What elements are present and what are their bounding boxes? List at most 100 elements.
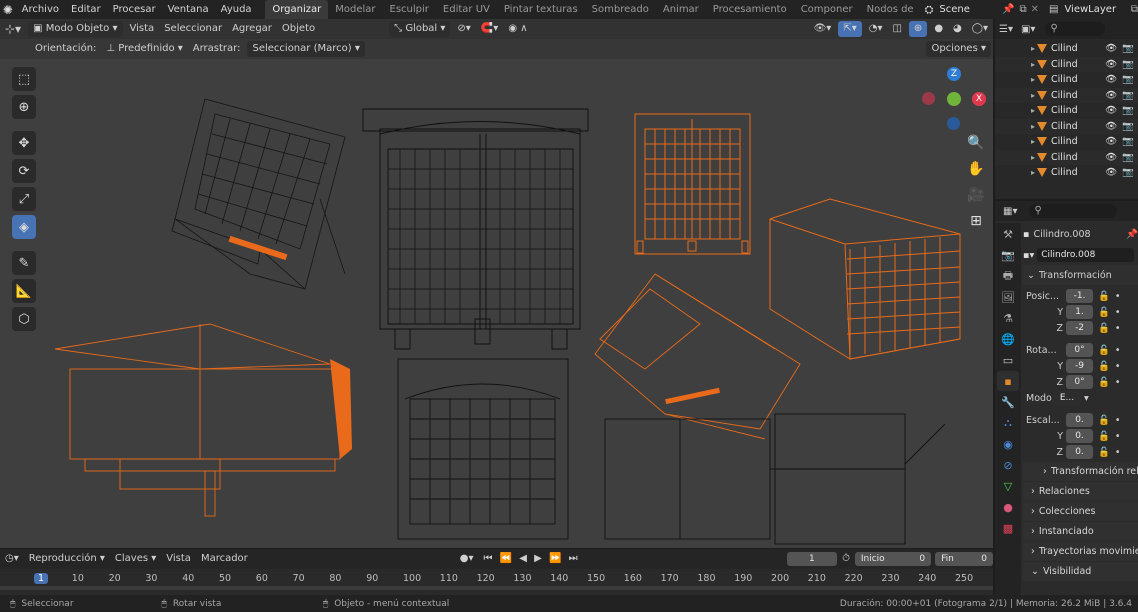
- expand-arrow-icon[interactable]: ▸: [1031, 60, 1035, 69]
- outliner-row[interactable]: ▸ Cilind 👁 📷: [995, 103, 1138, 119]
- outliner-search-icon[interactable]: ⚲: [1045, 22, 1106, 36]
- lock-icon[interactable]: 🔓: [1098, 307, 1110, 318]
- transform-orientation-select[interactable]: ⤡ Global ▾: [389, 21, 451, 37]
- snap-icon[interactable]: 🧲▾: [476, 21, 503, 37]
- add-view-layer-icon[interactable]: ⧉: [1131, 4, 1138, 15]
- eye-icon[interactable]: 👁: [1105, 136, 1117, 147]
- modifier-tab-icon[interactable]: 🔧: [997, 392, 1019, 412]
- visibility-icon[interactable]: 👁▾: [809, 21, 837, 37]
- panel-header[interactable]: › Instanciado: [1023, 522, 1138, 541]
- material-tab-icon[interactable]: ●: [997, 497, 1019, 517]
- location-field[interactable]: -2: [1066, 321, 1093, 335]
- measure-tool-icon[interactable]: 📐: [12, 279, 36, 303]
- pin-properties-icon[interactable]: 📌: [1126, 229, 1138, 240]
- eye-icon[interactable]: 👁: [1105, 167, 1117, 178]
- tab-organizar[interactable]: Organizar: [265, 0, 329, 19]
- expand-arrow-icon[interactable]: ▸: [1031, 44, 1035, 53]
- panel-header[interactable]: › Relaciones: [1023, 482, 1138, 501]
- outliner-row[interactable]: ▸ Cilind 👁 📷: [995, 41, 1138, 57]
- tab-esculpir[interactable]: Esculpir: [383, 0, 436, 19]
- rotation-field[interactable]: -9: [1066, 359, 1093, 373]
- model-cage-selected-front[interactable]: [634, 113, 751, 255]
- gizmo-z-axis[interactable]: Z: [947, 67, 961, 81]
- keyframe-dot-icon[interactable]: •: [1115, 307, 1121, 318]
- panel-header[interactable]: › Transformación rel: [1023, 462, 1138, 481]
- expand-arrow-icon[interactable]: ▸: [1031, 122, 1035, 131]
- keyframe-dot-icon[interactable]: •: [1115, 345, 1121, 356]
- scale-tool-icon[interactable]: ⤢: [12, 187, 36, 211]
- object-tab-icon[interactable]: ▪: [997, 371, 1019, 391]
- timeline-scrollbar[interactable]: [0, 586, 993, 590]
- timeline-editor-icon[interactable]: ◷▾: [0, 551, 24, 567]
- proportional-icon[interactable]: ◉ ∧: [503, 21, 532, 37]
- move-tool-icon[interactable]: ✥: [12, 131, 36, 155]
- panel-header[interactable]: › Trayectorias movimie: [1023, 542, 1138, 561]
- properties-editor-icon[interactable]: ▦▾: [1003, 206, 1017, 217]
- object-data-field[interactable]: Cilindro.008: [1037, 248, 1134, 262]
- keyframe-dot-icon[interactable]: •: [1115, 323, 1121, 334]
- stopwatch-icon[interactable]: ⏱: [837, 551, 855, 567]
- view-layer-name[interactable]: ViewLayer: [1064, 4, 1126, 15]
- expand-arrow-icon[interactable]: ▸: [1031, 137, 1035, 146]
- lock-icon[interactable]: 🔓: [1098, 291, 1110, 302]
- tab-nodos[interactable]: Nodos de: [860, 0, 921, 19]
- constraints-tab-icon[interactable]: ⊘: [997, 455, 1019, 475]
- tab-componer[interactable]: Componer: [794, 0, 860, 19]
- model-box-left[interactable]: [54, 323, 341, 517]
- current-frame-marker[interactable]: 1: [34, 573, 49, 584]
- view-layer-tab-icon[interactable]: 🖼: [997, 287, 1019, 307]
- pivot-icon[interactable]: ⊘▾: [452, 21, 475, 37]
- tab-modelar[interactable]: Modelar: [328, 0, 382, 19]
- record-icon[interactable]: ●▾: [455, 551, 479, 567]
- keyframe-dot-icon[interactable]: •: [1115, 377, 1121, 388]
- keyframe-dot-icon[interactable]: •: [1115, 291, 1121, 302]
- mode-select[interactable]: ▣ Modo Objeto ▾: [28, 21, 123, 37]
- outliner-row[interactable]: ▸ Cilind 👁 📷: [995, 149, 1138, 165]
- view-layer-icon[interactable]: ▤: [1049, 4, 1058, 15]
- outliner-row[interactable]: ▸ Cilind 👁 📷: [995, 72, 1138, 88]
- lock-icon[interactable]: 🔓: [1098, 323, 1110, 334]
- outliner-filter-icon[interactable]: ▣▾: [1021, 24, 1035, 35]
- blender-logo-icon[interactable]: ✺: [0, 3, 16, 17]
- data-tab-icon[interactable]: ▽: [997, 476, 1019, 496]
- menu-seleccionar[interactable]: Seleccionar: [159, 21, 227, 37]
- particles-tab-icon[interactable]: ⛬: [997, 413, 1019, 433]
- expand-arrow-icon[interactable]: ▸: [1031, 153, 1035, 162]
- camera-icon[interactable]: 🎥: [964, 183, 988, 207]
- camera-render-icon[interactable]: 📷: [1122, 43, 1134, 54]
- camera-render-icon[interactable]: 📷: [1122, 152, 1134, 163]
- outliner-row[interactable]: ▸ Cilind 👁 📷: [995, 118, 1138, 134]
- outliner-row[interactable]: ▸ Cilind 👁 📷: [995, 87, 1138, 103]
- menu-ventana[interactable]: Ventana: [162, 0, 215, 19]
- perspective-grid-icon[interactable]: ⊞: [964, 209, 988, 233]
- tool-tab-icon[interactable]: ⚒: [997, 224, 1019, 244]
- keyframe-dot-icon[interactable]: •: [1115, 447, 1121, 458]
- selected-side-panel[interactable]: [330, 359, 352, 459]
- model-cage-selected-perspective[interactable]: [769, 198, 961, 360]
- lock-icon[interactable]: 🔓: [1098, 345, 1110, 356]
- texture-tab-icon[interactable]: ▩: [997, 518, 1019, 538]
- lock-icon[interactable]: 🔓: [1098, 431, 1110, 442]
- rotation-mode-select[interactable]: E...: [1053, 391, 1081, 405]
- lock-icon[interactable]: 🔓: [1098, 361, 1110, 372]
- zoom-icon[interactable]: 🔍: [964, 131, 988, 155]
- object-name[interactable]: Cilindro.008: [1033, 229, 1126, 240]
- outliner-row[interactable]: ▸ Cilind 👁 📷: [995, 165, 1138, 181]
- tab-procesamiento[interactable]: Procesamiento: [706, 0, 794, 19]
- shading-material-icon[interactable]: ◕: [948, 21, 967, 37]
- menu-claves[interactable]: Claves ▾: [110, 551, 161, 567]
- annotate-tool-icon[interactable]: ✎: [12, 251, 36, 275]
- location-field[interactable]: -1.: [1066, 289, 1093, 303]
- expand-arrow-icon[interactable]: ▸: [1031, 168, 1035, 177]
- physics-tab-icon[interactable]: ◉: [997, 434, 1019, 454]
- lock-icon[interactable]: 🔓: [1098, 415, 1110, 426]
- start-frame-field[interactable]: Inicio 0: [854, 552, 932, 566]
- current-frame-field[interactable]: 1: [786, 552, 838, 566]
- camera-render-icon[interactable]: 📷: [1122, 136, 1134, 147]
- eye-icon[interactable]: 👁: [1105, 90, 1117, 101]
- panel-header[interactable]: ⌄ Visibilidad: [1023, 562, 1138, 581]
- expand-arrow-icon[interactable]: ▸: [1031, 106, 1035, 115]
- panel-header[interactable]: › Colecciones: [1023, 502, 1138, 521]
- camera-render-icon[interactable]: 📷: [1122, 121, 1134, 132]
- scale-field[interactable]: 0.: [1066, 429, 1093, 443]
